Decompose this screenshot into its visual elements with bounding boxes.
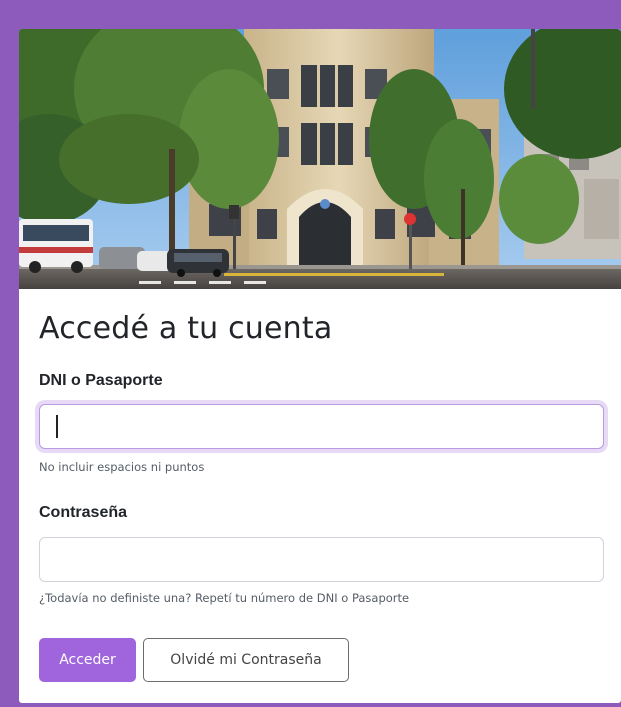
- dni-input[interactable]: [39, 404, 604, 449]
- page-title: Accedé a tu cuenta: [39, 311, 333, 346]
- password-input[interactable]: [39, 537, 604, 582]
- hero-building-image: [19, 29, 621, 289]
- password-help-text: ¿Todavía no definiste una? Repetí tu núm…: [39, 591, 410, 605]
- password-label: Contraseña: [39, 504, 128, 521]
- login-button[interactable]: Acceder: [39, 638, 136, 682]
- dni-help-text: No incluir espacios ni puntos: [39, 460, 205, 474]
- dni-label: DNI o Pasaporte: [39, 372, 163, 389]
- text-cursor: [56, 415, 58, 438]
- login-card: Accedé a tu cuenta DNI o Pasaporte No in…: [19, 29, 621, 703]
- forgot-password-button[interactable]: Olvidé mi Contraseña: [143, 638, 349, 682]
